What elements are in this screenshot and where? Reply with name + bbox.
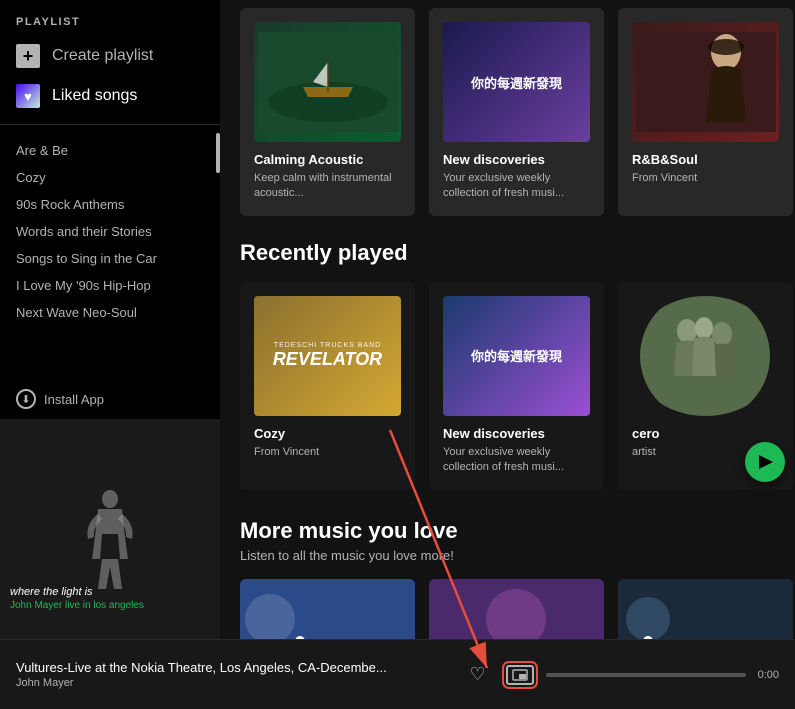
create-playlist-label: Create playlist bbox=[52, 47, 153, 65]
rp-newdisc-img: 你的每週新發現 bbox=[443, 296, 590, 416]
card-new-disc-subtitle: Your exclusive weekly collection of fres… bbox=[443, 171, 590, 202]
revelator-title: REVELATOR bbox=[273, 349, 382, 370]
card-rnb-img bbox=[632, 22, 779, 142]
pip-button[interactable] bbox=[506, 665, 534, 685]
sidebar: PLAYLIST + Create playlist ♥ Liked songs… bbox=[0, 0, 220, 639]
rp-card-cozy[interactable]: TEDESCHI TRUCKS BAND REVELATOR Cozy From… bbox=[240, 282, 415, 490]
card-rnb-title: R&B&Soul bbox=[632, 152, 779, 167]
more-card-3[interactable] bbox=[618, 579, 793, 639]
main-content: Calming Acoustic Keep calm with instrume… bbox=[220, 0, 795, 639]
calming-visual bbox=[258, 32, 398, 132]
create-playlist-icon: + bbox=[16, 44, 40, 68]
sidebar-item-songs-to-sing[interactable]: Songs to Sing in the Car bbox=[0, 245, 220, 272]
player-controls: ♡ bbox=[469, 664, 533, 685]
liked-songs-icon: ♥ bbox=[16, 84, 40, 108]
card-new-discoveries-top[interactable]: 你的每週新發現 New discoveries Your exclusive w… bbox=[429, 8, 604, 216]
card-new-disc-img: 你的每週新發現 bbox=[443, 22, 590, 142]
play-triangle-icon-2 bbox=[570, 455, 584, 469]
card-calming-subtitle: Keep calm with instrumental acoustic... bbox=[254, 171, 401, 202]
card-rnb-subtitle: From Vincent bbox=[632, 171, 779, 186]
sidebar-section-label: PLAYLIST bbox=[0, 0, 220, 36]
rp-cozy-img: TEDESCHI TRUCKS BAND REVELATOR bbox=[254, 296, 401, 416]
player-track-info: Vultures-Live at the Nokia Theatre, Los … bbox=[16, 660, 469, 689]
revelator-inner: TEDESCHI TRUCKS BAND REVELATOR bbox=[273, 342, 382, 370]
tedeschi-trucks-label: TEDESCHI TRUCKS BAND bbox=[273, 342, 382, 349]
player-bar: Vultures-Live at the Nokia Theatre, Los … bbox=[0, 639, 795, 709]
player-time: 0:00 bbox=[758, 669, 779, 681]
more-card-3-visual bbox=[618, 579, 793, 639]
more-card-1-visual bbox=[240, 579, 415, 639]
sidebar-now-playing: where the light is John Mayer live in lo… bbox=[0, 419, 220, 639]
playlist-list: Are & Be Cozy 90s Rock Anthems Words and… bbox=[0, 133, 220, 379]
screen-icon bbox=[512, 669, 528, 681]
sidebar-item-are-and-be[interactable]: Are & Be bbox=[0, 137, 220, 164]
sidebar-item-words[interactable]: Words and their Stories bbox=[0, 218, 220, 245]
heart-icon[interactable]: ♡ bbox=[469, 664, 485, 685]
sidebar-item-neo-soul[interactable]: Next Wave Neo-Soul bbox=[0, 299, 220, 326]
player-track-title: Vultures-Live at the Nokia Theatre, Los … bbox=[16, 660, 469, 675]
card-calming-acoustic[interactable]: Calming Acoustic Keep calm with instrume… bbox=[240, 8, 415, 216]
card-calming-img bbox=[254, 22, 401, 142]
top-cards-row: Calming Acoustic Keep calm with instrume… bbox=[240, 0, 775, 216]
sidebar-divider bbox=[0, 124, 220, 125]
card-rnb-soul[interactable]: R&B&Soul From Vincent bbox=[618, 8, 793, 216]
more-card-2-visual bbox=[429, 579, 604, 639]
install-app-button[interactable]: ⬇ Install App bbox=[0, 379, 220, 419]
recently-played-cards: TEDESCHI TRUCKS BAND REVELATOR Cozy From… bbox=[240, 282, 775, 490]
now-playing-title: where the light is bbox=[10, 585, 210, 599]
rp-cero-play-btn[interactable] bbox=[745, 442, 785, 482]
player-track-artist: John Mayer bbox=[16, 677, 469, 689]
rp-cozy-title: Cozy bbox=[254, 426, 401, 441]
now-playing-text-block: where the light is John Mayer live in lo… bbox=[10, 585, 210, 611]
card-new-disc-title: New discoveries bbox=[443, 152, 590, 167]
pip-button-container bbox=[506, 665, 534, 685]
more-music-title: More music you love bbox=[240, 518, 775, 544]
liked-songs-button[interactable]: ♥ Liked songs bbox=[0, 76, 220, 116]
rp-card-cero[interactable]: cero artist bbox=[618, 282, 793, 490]
create-playlist-button[interactable]: + Create playlist bbox=[0, 36, 220, 76]
rp-cero-img bbox=[632, 296, 779, 416]
more-card-1[interactable] bbox=[240, 579, 415, 639]
install-app-label: Install App bbox=[44, 392, 104, 407]
liked-songs-label: Liked songs bbox=[52, 87, 137, 105]
play-triangle-icon bbox=[381, 455, 395, 469]
cero-visual bbox=[632, 296, 779, 416]
silhouette-figure bbox=[80, 489, 140, 589]
rnb-visual bbox=[636, 32, 776, 132]
sidebar-item-cozy[interactable]: Cozy bbox=[0, 164, 220, 191]
card-calming-title: Calming Acoustic bbox=[254, 152, 401, 167]
rp-newdisc-title: New discoveries bbox=[443, 426, 590, 441]
more-cards-row bbox=[240, 579, 775, 639]
chinese-text-top: 你的每週新發現 bbox=[471, 73, 562, 92]
sidebar-item-hiphop[interactable]: I Love My '90s Hip-Hop bbox=[0, 272, 220, 299]
sidebar-item-90s-rock[interactable]: 90s Rock Anthems bbox=[0, 191, 220, 218]
more-card-2[interactable] bbox=[429, 579, 604, 639]
scroll-indicator[interactable] bbox=[216, 133, 220, 173]
play-triangle-icon-3 bbox=[759, 455, 773, 469]
rp-card-new-disc[interactable]: 你的每週新發現 New discoveries Your exclusive w… bbox=[429, 282, 604, 490]
chinese-text-rp: 你的每週新發現 bbox=[471, 346, 562, 365]
progress-bar[interactable] bbox=[546, 673, 746, 677]
more-music-subtitle: Listen to all the music you love more! bbox=[240, 548, 775, 563]
now-playing-artist: John Mayer live in los angeles bbox=[10, 600, 210, 611]
rp-cero-title: cero bbox=[632, 426, 779, 441]
recently-played-title: Recently played bbox=[240, 240, 775, 266]
install-icon: ⬇ bbox=[16, 389, 36, 409]
